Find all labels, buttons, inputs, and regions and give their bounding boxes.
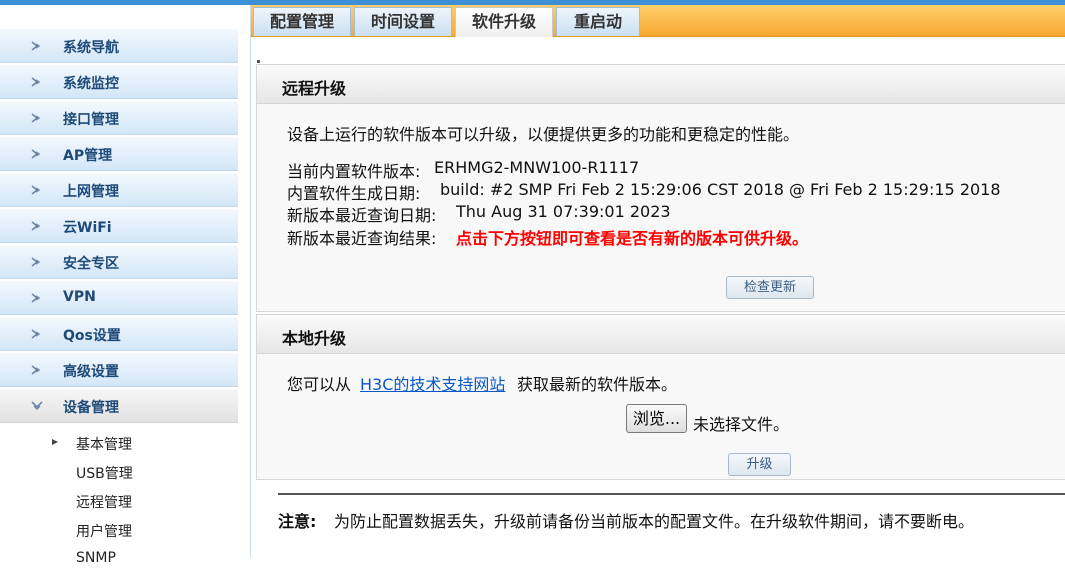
- notice-text: 为防止配置数据丢失，升级前请备份当前版本的配置文件。在升级软件期间，请不要断电。: [334, 512, 975, 531]
- expand-arrow-icon: [31, 365, 41, 375]
- upgrade-button[interactable]: 升级: [728, 453, 791, 476]
- sidebar-subitem-label: 远程管理: [76, 495, 132, 511]
- local-upgrade-title: 本地升级: [282, 329, 347, 348]
- sidebar-item-security[interactable]: 安全专区: [0, 245, 238, 279]
- sidebar-item-vpn[interactable]: VPN: [0, 281, 238, 315]
- sidebar-subitem-basic[interactable]: 基本管理: [0, 428, 238, 457]
- sidebar-item-label: 安全专区: [63, 256, 119, 272]
- query-result-value: 点击下方按钮即可查看是否有新的版本可供升级。: [456, 229, 809, 248]
- sidebar-item-label: VPN: [63, 289, 96, 305]
- expand-arrow-icon: [31, 77, 41, 87]
- expand-arrow-icon: [31, 293, 41, 303]
- sidebar-item-label: 系统监控: [63, 76, 119, 92]
- sidebar: 系统导航 系统监控 接口管理 AP管理 上网管理 云WiFi 安全专区 VPN …: [0, 5, 251, 566]
- collapse-arrow-icon: [31, 401, 43, 410]
- sidebar-subitem-usb[interactable]: USB管理: [0, 457, 238, 486]
- sidebar-item-system-nav[interactable]: 系统导航: [0, 29, 238, 63]
- version-value: ERHMG2-MNW100-R1117: [434, 158, 640, 177]
- corner-mark: [257, 60, 260, 63]
- sidebar-item-cloud-wifi[interactable]: 云WiFi: [0, 209, 238, 243]
- sidebar-subitem-snmp[interactable]: SNMP: [0, 544, 238, 573]
- sidebar-item-label: 上网管理: [63, 184, 119, 200]
- query-result-label: 新版本最近查询结果:: [287, 229, 437, 248]
- sidebar-subitem-users[interactable]: 用户管理: [0, 515, 238, 544]
- remote-upgrade-title: 远程升级: [282, 79, 347, 98]
- sidebar-item-label: 云WiFi: [63, 220, 112, 236]
- expand-arrow-icon: [31, 221, 41, 231]
- build-date-label: 内置软件生成日期:: [287, 184, 421, 203]
- expand-arrow-icon: [31, 329, 41, 339]
- notice-divider: [278, 493, 1065, 495]
- remote-description: 设备上运行的软件版本可以升级，以便提供更多的功能和更稳定的性能。: [287, 125, 800, 144]
- no-file-selected-text: 未选择文件。: [693, 415, 790, 434]
- sidebar-item-qos[interactable]: Qos设置: [0, 317, 238, 351]
- sidebar-item-label: 设备管理: [63, 400, 119, 416]
- current-arrow-icon: [52, 439, 58, 445]
- sidebar-item-ap[interactable]: AP管理: [0, 137, 238, 171]
- h3c-support-link[interactable]: H3C的技术支持网站: [360, 371, 505, 395]
- browse-file-button[interactable]: 浏览...: [626, 404, 687, 433]
- tab-bar: 配置管理 时间设置 软件升级 重启动: [251, 5, 1065, 37]
- sidebar-subitem-remote[interactable]: 远程管理: [0, 486, 238, 515]
- remote-upgrade-header: 远程升级: [257, 65, 1065, 104]
- sidebar-item-advanced[interactable]: 高级设置: [0, 353, 238, 387]
- query-date-value: Thu Aug 31 07:39:01 2023: [456, 202, 671, 221]
- tab-time[interactable]: 时间设置: [354, 7, 452, 36]
- tab-config[interactable]: 配置管理: [253, 7, 351, 36]
- sidebar-item-system-monitor[interactable]: 系统监控: [0, 65, 238, 99]
- sidebar-subitem-label: SNMP: [76, 550, 116, 566]
- local-upgrade-panel: 本地升级: [256, 314, 1065, 480]
- sidebar-subitem-label: 基本管理: [76, 437, 132, 453]
- sidebar-item-label: AP管理: [63, 148, 113, 164]
- sidebar-item-label: 高级设置: [63, 364, 119, 380]
- sidebar-item-device-mgmt[interactable]: 设备管理: [0, 389, 238, 423]
- sidebar-item-interface[interactable]: 接口管理: [0, 101, 238, 135]
- local-prefix-text: 您可以从: [287, 375, 352, 394]
- query-date-label: 新版本最近查询日期:: [287, 206, 437, 225]
- sidebar-subitem-label: USB管理: [76, 466, 133, 482]
- sidebar-item-label: Qos设置: [63, 328, 121, 344]
- tab-reboot[interactable]: 重启动: [556, 7, 640, 36]
- notice-label: 注意:: [278, 512, 317, 531]
- sidebar-item-label: 系统导航: [63, 40, 119, 56]
- expand-arrow-icon: [31, 185, 41, 195]
- version-label: 当前内置软件版本:: [287, 162, 421, 181]
- expand-arrow-icon: [31, 149, 41, 159]
- build-date-value: build: #2 SMP Fri Feb 2 15:29:06 CST 201…: [440, 180, 1001, 199]
- sidebar-item-internet[interactable]: 上网管理: [0, 173, 238, 207]
- expand-arrow-icon: [31, 257, 41, 267]
- local-upgrade-header: 本地升级: [257, 315, 1065, 354]
- check-update-button[interactable]: 检查更新: [726, 276, 814, 299]
- sidebar-item-label: 接口管理: [63, 112, 119, 128]
- local-suffix-text: 获取最新的软件版本。: [517, 375, 678, 394]
- expand-arrow-icon: [31, 113, 41, 123]
- tab-software-upgrade[interactable]: 软件升级: [455, 7, 553, 37]
- expand-arrow-icon: [31, 41, 41, 51]
- sidebar-subitem-label: 用户管理: [76, 524, 132, 540]
